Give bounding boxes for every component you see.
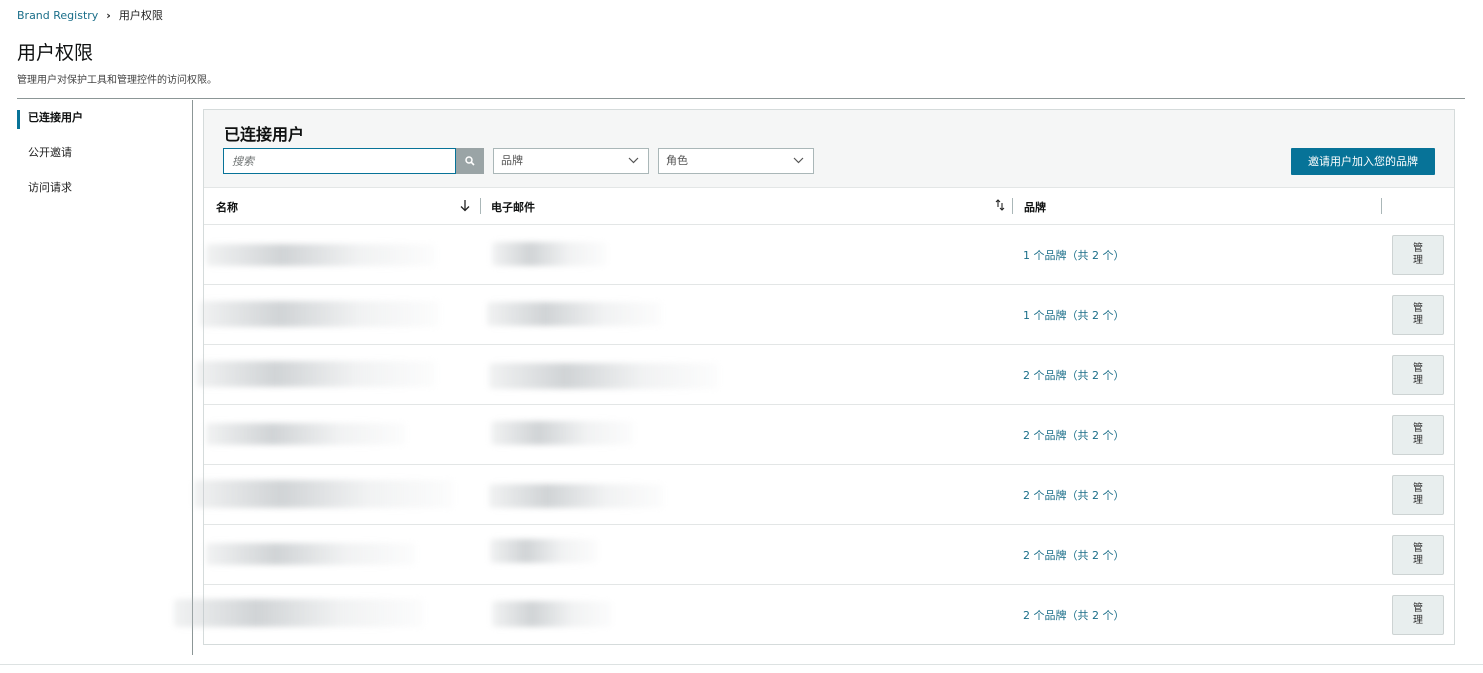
search-input[interactable] <box>224 149 455 173</box>
chevron-down-icon <box>793 157 804 164</box>
table-row: 2 个品牌（共 2 个） 管理 <box>194 465 1454 525</box>
redacted-name <box>194 480 454 508</box>
redacted-email <box>491 421 634 445</box>
users-table-body: 1 个品牌（共 2 个） 管理 1 个品牌（共 2 个） 管理 2 个品牌（共 … <box>174 225 1454 645</box>
invite-user-button[interactable]: 邀请用户加入您的品牌 <box>1291 148 1435 175</box>
manage-button[interactable]: 管理 <box>1392 475 1444 515</box>
redacted-name <box>206 244 436 266</box>
redacted-email <box>489 484 664 508</box>
sidebar-item-open-invitations[interactable]: 公开邀请 <box>17 137 192 172</box>
brand-count-link[interactable]: 2 个品牌（共 2 个） <box>1023 607 1125 623</box>
breadcrumb: Brand Registry › 用户权限 <box>17 7 163 23</box>
brand-filter-value: 品牌 <box>501 154 523 167</box>
manage-button[interactable]: 管理 <box>1392 355 1444 395</box>
redacted-name <box>206 423 406 445</box>
connected-users-panel: 已连接用户 品牌 角色 邀请用户加入您的品牌 名称 <box>174 109 1455 645</box>
redacted-name <box>196 361 436 387</box>
active-indicator <box>17 110 20 129</box>
page-subtitle: 管理用户对保护工具和管理控件的访问权限。 <box>17 75 217 86</box>
header-divider <box>17 98 1465 99</box>
chevron-right-icon: › <box>106 8 111 22</box>
arrow-down-icon[interactable] <box>460 199 470 212</box>
sidebar-item-label: 访问请求 <box>28 181 72 194</box>
manage-button[interactable]: 管理 <box>1392 415 1444 455</box>
sidebar: 已连接用户 公开邀请 访问请求 <box>17 100 193 655</box>
role-filter-select[interactable]: 角色 <box>658 148 814 174</box>
redacted-email <box>489 363 719 389</box>
redacted-name <box>206 543 416 565</box>
redacted-email <box>492 242 607 266</box>
brand-count-link[interactable]: 2 个品牌（共 2 个） <box>1023 487 1125 503</box>
redacted-email <box>487 302 662 326</box>
table-row: 2 个品牌（共 2 个） 管理 <box>204 525 1454 585</box>
chevron-down-icon <box>628 157 639 164</box>
breadcrumb-current: 用户权限 <box>118 9 163 22</box>
table-header: 名称 电子邮件 品牌 <box>204 188 1454 225</box>
brand-count-link[interactable]: 1 个品牌（共 2 个） <box>1023 307 1125 323</box>
panel-header: 已连接用户 品牌 角色 邀请用户加入您的品牌 <box>204 110 1454 188</box>
role-filter-value: 角色 <box>666 154 688 167</box>
brand-count-link[interactable]: 2 个品牌（共 2 个） <box>1023 547 1125 563</box>
sidebar-item-label: 公开邀请 <box>28 146 72 159</box>
table-row: 1 个品牌（共 2 个） 管理 <box>204 225 1454 285</box>
column-header-email[interactable]: 电子邮件 <box>491 199 535 215</box>
breadcrumb-brand-registry[interactable]: Brand Registry <box>17 9 98 22</box>
search-icon <box>465 156 475 166</box>
sidebar-item-connected-users[interactable]: 已连接用户 <box>17 102 192 137</box>
sidebar-item-access-requests[interactable]: 访问请求 <box>17 172 192 207</box>
panel-title: 已连接用户 <box>224 125 305 144</box>
column-divider <box>1381 198 1382 214</box>
search-box <box>223 148 456 174</box>
sort-icon[interactable] <box>995 199 1005 212</box>
manage-button[interactable]: 管理 <box>1392 235 1444 275</box>
column-divider <box>480 198 481 214</box>
footer-divider <box>0 664 1483 665</box>
table-row: 1 个品牌（共 2 个） 管理 <box>200 285 1454 345</box>
table-row: 2 个品牌（共 2 个） 管理 <box>196 345 1454 405</box>
sidebar-item-label: 已连接用户 <box>28 111 83 124</box>
column-header-name[interactable]: 名称 <box>216 199 238 215</box>
brand-filter-select[interactable]: 品牌 <box>493 148 649 174</box>
table-row: 2 个品牌（共 2 个） 管理 <box>174 585 1454 645</box>
column-divider <box>1012 198 1013 214</box>
redacted-name <box>174 599 424 627</box>
redacted-name <box>200 301 440 327</box>
table-row: 2 个品牌（共 2 个） 管理 <box>204 405 1454 465</box>
page-title: 用户权限 <box>17 42 94 64</box>
manage-button[interactable]: 管理 <box>1392 295 1444 335</box>
redacted-email <box>490 539 598 563</box>
manage-button[interactable]: 管理 <box>1392 535 1444 575</box>
brand-count-link[interactable]: 2 个品牌（共 2 个） <box>1023 367 1125 383</box>
column-header-brands[interactable]: 品牌 <box>1024 199 1046 215</box>
brand-count-link[interactable]: 2 个品牌（共 2 个） <box>1023 427 1125 443</box>
manage-button[interactable]: 管理 <box>1392 595 1444 635</box>
brand-count-link[interactable]: 1 个品牌（共 2 个） <box>1023 247 1125 263</box>
search-button[interactable] <box>456 148 484 174</box>
redacted-email <box>492 601 612 627</box>
